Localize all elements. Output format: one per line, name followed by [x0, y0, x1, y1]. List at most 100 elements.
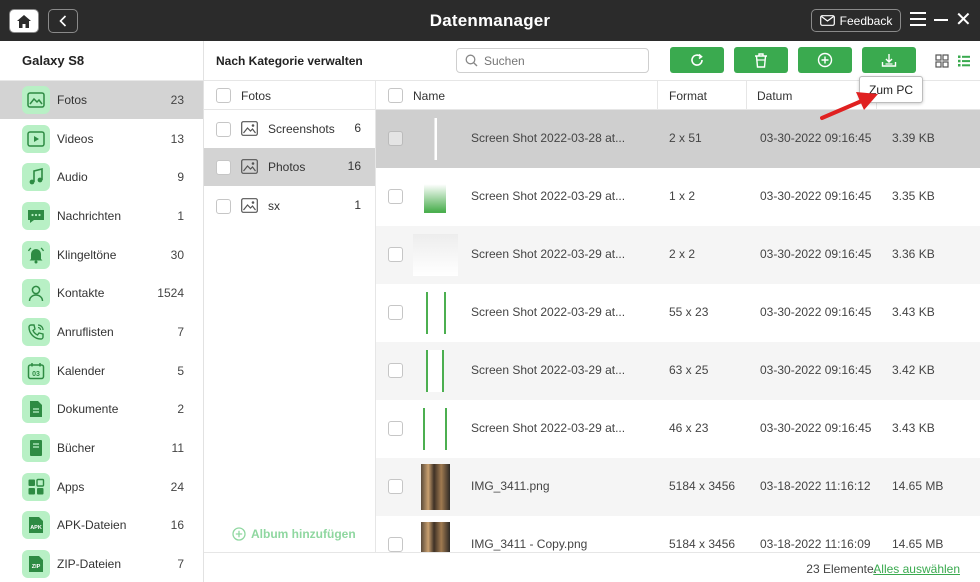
file-name: IMG_3411.png — [471, 479, 550, 493]
menu-icon[interactable] — [910, 12, 926, 26]
album-label: sx — [268, 199, 280, 213]
file-format: 5184 x 3456 — [669, 537, 736, 551]
video-icon — [22, 125, 50, 153]
file-format: 63 x 25 — [669, 363, 709, 377]
table-row[interactable]: Screen Shot 2022-03-29 at... 63 x 25 03-… — [376, 342, 980, 400]
close-icon[interactable]: ✕ — [955, 10, 972, 30]
book-icon — [22, 434, 50, 462]
search-input[interactable] — [484, 53, 634, 68]
add-button[interactable] — [798, 47, 852, 73]
sidebar-item-label: Kontakte — [57, 286, 105, 300]
status-bar: 23 Elemente. Alles auswählen — [204, 552, 980, 582]
zip-icon-text: ZIP — [32, 564, 41, 570]
album-checkbox[interactable] — [216, 160, 231, 175]
add-album-label: Album hinzufügen — [251, 527, 356, 541]
select-all-albums-checkbox[interactable] — [216, 88, 231, 103]
file-size: 3.36 KB — [892, 247, 935, 261]
file-date: 03-30-2022 09:16:45 — [760, 421, 872, 435]
search-icon — [465, 54, 478, 67]
music-icon — [22, 163, 50, 191]
search-box[interactable] — [456, 48, 649, 73]
sidebar-item-label: Apps — [57, 480, 85, 494]
file-size: 3.39 KB — [892, 131, 935, 145]
album-checkbox[interactable] — [216, 199, 231, 214]
table-row[interactable]: IMG_3411 - Copy.png 5184 x 3456 03-18-20… — [376, 516, 980, 552]
file-format: 2 x 51 — [669, 131, 702, 145]
table-row[interactable]: Screen Shot 2022-03-29 at... 55 x 23 03-… — [376, 284, 980, 342]
file-thumbnail — [421, 464, 450, 510]
sidebar-item-buecher[interactable]: Bücher 11 — [0, 429, 203, 467]
file-size: 3.42 KB — [892, 363, 935, 377]
row-checkbox[interactable] — [388, 421, 403, 436]
sidebar-item-apk-dateien[interactable]: APK APK-Dateien 16 — [0, 506, 203, 544]
sidebar-item-label: Audio — [57, 170, 88, 184]
column-date[interactable]: Datum — [757, 89, 792, 103]
sidebar-item-audio[interactable]: Audio 9 — [0, 158, 203, 196]
select-all-files-checkbox[interactable] — [388, 88, 403, 103]
sidebar-item-count: 5 — [177, 364, 184, 378]
sidebar-item-kontakte[interactable]: Kontakte 1524 — [0, 274, 203, 312]
sidebar-item-label: Fotos — [57, 93, 88, 107]
row-checkbox[interactable] — [388, 131, 403, 146]
album-item-photos[interactable]: Photos 16 — [204, 148, 375, 186]
file-date: 03-18-2022 11:16:09 — [760, 537, 871, 551]
table-row[interactable]: Screen Shot 2022-03-29 at... 1 x 2 03-30… — [376, 168, 980, 226]
column-format[interactable]: Format — [669, 89, 707, 103]
minimize-icon[interactable] — [934, 19, 948, 21]
download-icon — [881, 54, 897, 67]
table-row[interactable]: Screen Shot 2022-03-29 at... 46 x 23 03-… — [376, 400, 980, 458]
delete-button[interactable] — [734, 47, 788, 73]
select-all-link[interactable]: Alles auswählen — [873, 562, 960, 576]
refresh-button[interactable] — [670, 47, 724, 73]
sidebar-item-fotos[interactable]: Fotos 23 — [0, 81, 203, 119]
sidebar-item-label: Videos — [57, 132, 94, 146]
table-row[interactable]: IMG_3411.png 5184 x 3456 03-18-2022 11:1… — [376, 458, 980, 516]
sidebar-item-label: Anruflisten — [57, 325, 114, 339]
table-row[interactable]: Screen Shot 2022-03-29 at... 2 x 2 03-30… — [376, 226, 980, 284]
plus-circle-icon — [817, 52, 833, 68]
apk-icon-text: APK — [30, 525, 42, 531]
sidebar-item-dokumente[interactable]: Dokumente 2 — [0, 390, 203, 428]
add-album-button[interactable]: Album hinzufügen — [232, 527, 356, 541]
file-name: Screen Shot 2022-03-29 at... — [471, 189, 626, 203]
album-item-screenshots[interactable]: Screenshots 6 — [204, 110, 375, 148]
manage-label: Nach Kategorie verwalten — [216, 54, 363, 68]
row-checkbox[interactable] — [388, 363, 403, 378]
sidebar-item-zip-dateien[interactable]: ZIP ZIP-Dateien 7 — [0, 545, 203, 582]
file-name: Screen Shot 2022-03-29 at... — [471, 305, 626, 319]
file-date: 03-18-2022 11:16:12 — [760, 479, 871, 493]
list-view-icon[interactable] — [957, 54, 971, 68]
feedback-label: Feedback — [839, 13, 893, 28]
row-checkbox[interactable] — [388, 189, 403, 204]
photo-icon — [22, 86, 50, 114]
sidebar-item-label: Dokumente — [57, 402, 119, 416]
sidebar-item-count: 2 — [177, 402, 184, 416]
file-name: Screen Shot 2022-03-28 at... — [471, 131, 626, 145]
apk-icon: APK — [22, 511, 50, 539]
sidebar-item-apps[interactable]: Apps 24 — [0, 468, 203, 506]
sidebar-item-videos[interactable]: Videos 13 — [0, 120, 203, 158]
album-header: Fotos — [204, 81, 375, 110]
sidebar-item-anruflisten[interactable]: Anruflisten 7 — [0, 313, 203, 351]
sidebar-item-klingeltoene[interactable]: Klingeltöne 30 — [0, 236, 203, 274]
album-item-sx[interactable]: sx 1 — [204, 187, 375, 225]
feedback-button[interactable]: Feedback — [811, 9, 901, 32]
sidebar-item-kalender[interactable]: 03 Kalender 5 — [0, 352, 203, 390]
export-to-pc-button[interactable] — [862, 47, 916, 73]
file-thumbnail — [423, 408, 447, 450]
column-name[interactable]: Name — [413, 89, 445, 103]
grid-view-icon[interactable] — [935, 54, 949, 68]
row-checkbox[interactable] — [388, 537, 403, 552]
album-header-label: Fotos — [241, 89, 272, 103]
sidebar-item-count: 24 — [170, 480, 184, 494]
file-format: 55 x 23 — [669, 305, 709, 319]
sidebar-item-nachrichten[interactable]: Nachrichten 1 — [0, 197, 203, 235]
sidebar-item-count: 11 — [171, 441, 184, 455]
album-panel: Fotos Screenshots 6 Photos 16 sx 1 Album… — [204, 81, 376, 552]
table-row[interactable]: Screen Shot 2022-03-28 at... 2 x 51 03-3… — [376, 110, 980, 168]
row-checkbox[interactable] — [388, 479, 403, 494]
row-checkbox[interactable] — [388, 305, 403, 320]
image-icon — [241, 121, 258, 136]
row-checkbox[interactable] — [388, 247, 403, 262]
album-checkbox[interactable] — [216, 122, 231, 137]
